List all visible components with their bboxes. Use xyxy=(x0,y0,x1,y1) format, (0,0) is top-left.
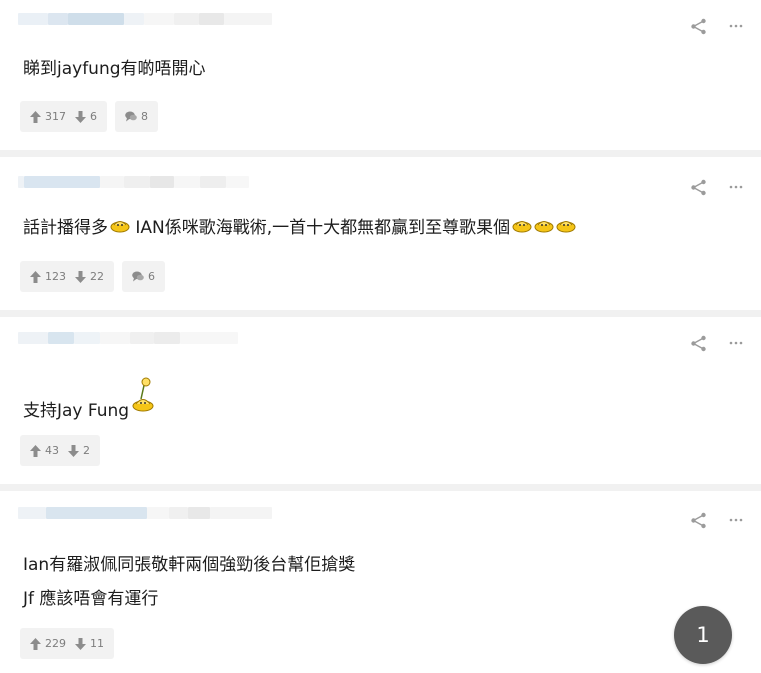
speech-bubble-icon xyxy=(125,111,137,122)
upvote-count: 43 xyxy=(45,444,59,457)
reaction-bar: 43 2 xyxy=(20,435,100,466)
username-redacted xyxy=(18,332,272,344)
speech-bubble-icon xyxy=(132,271,144,282)
emoji-icon xyxy=(131,377,155,425)
upvote-count: 123 xyxy=(45,270,66,283)
comment-card: 睇到jayfung有啲唔開心 317 6 8 xyxy=(0,0,761,157)
more-icon[interactable] xyxy=(727,178,745,196)
emoji-icon xyxy=(512,211,532,245)
share-icon[interactable] xyxy=(689,17,707,35)
comment-text: Ian有羅淑佩同張敬軒兩個強勁後台幫佢搶獎 Jf 應該唔會有運行 xyxy=(23,555,356,609)
comment-actions xyxy=(689,334,745,352)
downvote-count: 22 xyxy=(90,270,104,283)
username-redacted xyxy=(18,507,272,519)
upvote-button[interactable]: 43 xyxy=(30,444,59,457)
more-icon[interactable] xyxy=(727,334,745,352)
comment-text: 話計播得多 IAN係咪歌海戰術,一首十大都無都贏到至尊歌果個 xyxy=(23,211,576,245)
reply-count: 6 xyxy=(148,270,155,283)
comment-text-part: 話計播得多 xyxy=(23,218,108,238)
reply-button[interactable]: 8 xyxy=(115,101,158,132)
comment-card: Ian有羅淑佩同張敬軒兩個強勁後台幫佢搶獎 Jf 應該唔會有運行 229 11 xyxy=(0,491,761,673)
upvote-count: 229 xyxy=(45,637,66,650)
share-icon[interactable] xyxy=(689,334,707,352)
share-icon[interactable] xyxy=(689,178,707,196)
thumb-up-icon xyxy=(30,270,41,283)
more-icon[interactable] xyxy=(727,511,745,529)
thumb-up-icon xyxy=(30,444,41,457)
downvote-button[interactable]: 11 xyxy=(75,637,104,650)
reaction-bar: 123 22 6 xyxy=(20,261,165,292)
emoji-icon xyxy=(534,211,554,245)
more-icon[interactable] xyxy=(727,17,745,35)
vote-pill: 43 2 xyxy=(20,435,100,466)
downvote-count: 11 xyxy=(90,637,104,650)
emoji-icon xyxy=(110,211,130,245)
comment-card: 支持Jay Fung 43 2 xyxy=(0,317,761,491)
reply-count: 8 xyxy=(141,110,148,123)
comment-text-part: 支持Jay Fung xyxy=(23,401,130,421)
upvote-button[interactable]: 123 xyxy=(30,270,66,283)
comment-text: 支持Jay Fung xyxy=(23,377,155,435)
emoji-icon xyxy=(556,211,576,245)
reply-button[interactable]: 6 xyxy=(122,261,165,292)
thumb-up-icon xyxy=(30,637,41,650)
username-redacted xyxy=(18,176,272,188)
comment-actions xyxy=(689,17,745,35)
downvote-button[interactable]: 2 xyxy=(68,444,90,457)
vote-pill: 317 6 xyxy=(20,101,107,132)
comment-actions xyxy=(689,178,745,196)
downvote-count: 6 xyxy=(90,110,97,123)
share-icon[interactable] xyxy=(689,511,707,529)
vote-pill: 123 22 xyxy=(20,261,114,292)
comment-text: 睇到jayfung有啲唔開心 xyxy=(23,59,206,79)
downvote-button[interactable]: 6 xyxy=(75,110,97,123)
vote-pill: 229 11 xyxy=(20,628,114,659)
comment-text-part: IAN係咪歌海戰術,一首十大都無都贏到至尊歌果個 xyxy=(130,218,511,238)
upvote-button[interactable]: 229 xyxy=(30,637,66,650)
thumb-up-icon xyxy=(30,110,41,123)
thumb-down-icon xyxy=(68,444,79,457)
thumb-down-icon xyxy=(75,637,86,650)
downvote-count: 2 xyxy=(83,444,90,457)
page-number-button[interactable]: 1 xyxy=(674,606,732,664)
thumb-down-icon xyxy=(75,270,86,283)
username-redacted xyxy=(18,13,272,25)
upvote-count: 317 xyxy=(45,110,66,123)
reaction-bar: 317 6 8 xyxy=(20,101,158,132)
comment-card: 話計播得多 IAN係咪歌海戰術,一首十大都無都贏到至尊歌果個 123 22 6 xyxy=(0,157,761,317)
reaction-bar: 229 11 xyxy=(20,628,114,659)
thumb-down-icon xyxy=(75,110,86,123)
upvote-button[interactable]: 317 xyxy=(30,110,66,123)
comment-actions xyxy=(689,511,745,529)
downvote-button[interactable]: 22 xyxy=(75,270,104,283)
